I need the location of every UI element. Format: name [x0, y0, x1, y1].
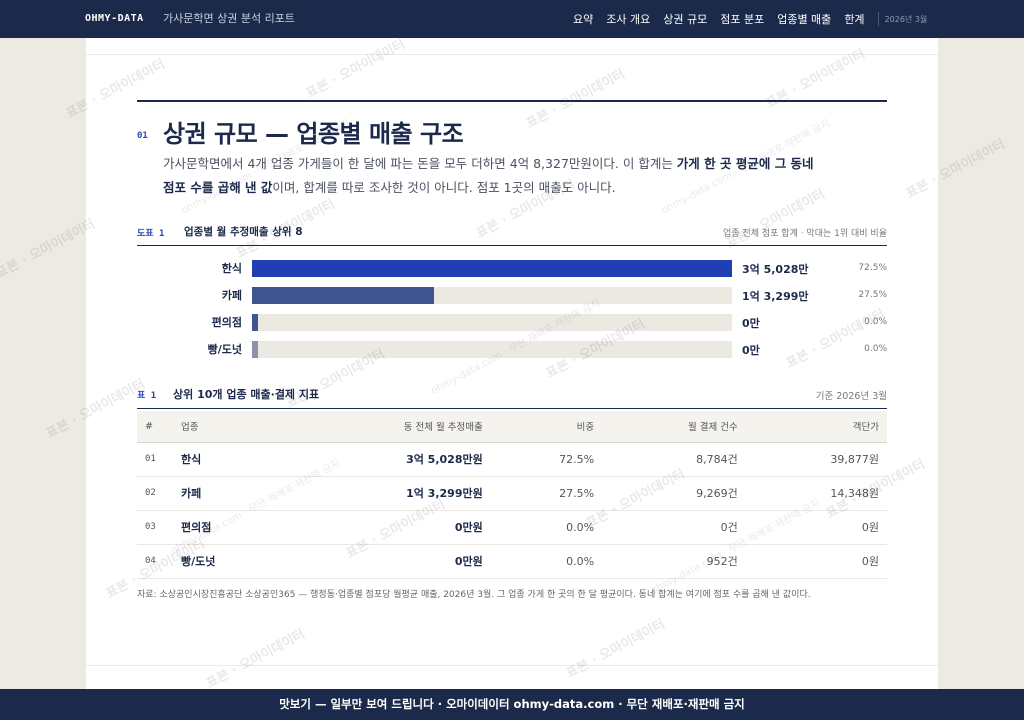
- figure-title: 업종별 월 추정매출 상위 8: [184, 226, 303, 238]
- cell-rank: 03: [137, 510, 173, 545]
- bar-label: 카페: [221, 289, 242, 302]
- bar-percent: 0.0%: [864, 317, 887, 327]
- bar-amount: 3억 5,028만: [742, 263, 809, 276]
- col-monthly-sales: 동 전체 월 추정매출: [283, 411, 491, 443]
- bar-amount: 0만: [742, 317, 760, 330]
- nav-link-market-size[interactable]: 상권 규모: [663, 11, 707, 27]
- lead-text-1: 가사문학면에서 4개 업종 가게들이 한 달에 파는 돈을 모두 더하면 4억 …: [163, 156, 677, 171]
- cell-avg-ticket: 0원: [745, 544, 887, 579]
- table-row: 01 한식 3억 5,028만원 72.5% 8,784건 39,877원: [137, 442, 887, 477]
- metrics-table: # 업종 동 전체 월 추정매출 비중 월 결제 건수 객단가 01 한식 3억…: [137, 411, 887, 579]
- bar-fill: [252, 341, 258, 358]
- nav-link-limitations[interactable]: 한계: [844, 11, 864, 27]
- bar-label: 편의점: [211, 316, 242, 329]
- col-avg-ticket: 객단가: [745, 411, 887, 443]
- figure-note: 업종 전체 점포 합계 · 막대는 1위 대비 비율: [723, 229, 887, 239]
- cell-avg-ticket: 14,348원: [745, 476, 887, 511]
- cell-transactions: 8,784건: [602, 442, 746, 477]
- table-row: 02 카페 1억 3,299만원 27.5% 9,269건 14,348원: [137, 476, 887, 511]
- preview-footer-bar: 맛보기 — 일부만 보여 드립니다 · 오마이데이터 ohmy-data.com…: [0, 689, 1024, 720]
- col-transactions: 월 결제 건수: [602, 411, 746, 443]
- bar-label: 빵/도넛: [207, 343, 242, 356]
- bar-track: [252, 341, 732, 358]
- bar-track: [252, 287, 732, 304]
- report-title: 가사문학면 상권 분석 리포트: [163, 12, 295, 25]
- bar-row: 한식 3억 5,028만 72.5%: [137, 258, 887, 278]
- cell-share: 0.0%: [490, 544, 603, 579]
- nav-menu: 요약 조사 개요 상권 규모 점포 분포 업종별 매출 한계 2026년 3월: [573, 0, 927, 38]
- bar-fill: [252, 314, 258, 331]
- report-date: 2026년 3월: [884, 14, 928, 24]
- nav-link-summary[interactable]: 요약: [573, 11, 593, 27]
- cell-monthly-sales: 0만원: [283, 544, 491, 579]
- top-nav-bar: OHMY-DATA 가사문학면 상권 분석 리포트 요약 조사 개요 상권 규모…: [0, 0, 1024, 38]
- cell-avg-ticket: 0원: [745, 510, 887, 545]
- nav-link-sales-by-industry[interactable]: 업종별 매출: [777, 11, 831, 27]
- bar-fill: [252, 287, 434, 304]
- table-head-row: # 업종 동 전체 월 추정매출 비중 월 결제 건수 객단가: [137, 411, 887, 443]
- bar-percent: 0.0%: [864, 344, 887, 354]
- nav-link-overview[interactable]: 조사 개요: [606, 11, 650, 27]
- watermark-text: 표본 · 오마이데이터: [0, 216, 98, 282]
- table-header: 표 1 상위 10개 업종 매출·결제 지표 기준 2026년 3월: [137, 384, 887, 409]
- section-lead: 가사문학면에서 4개 업종 가게들이 한 달에 파는 돈을 모두 더하면 4억 …: [163, 152, 823, 200]
- bar-track: [252, 314, 732, 331]
- cell-transactions: 9,269건: [602, 476, 746, 511]
- cell-monthly-sales: 1억 3,299만원: [283, 476, 491, 511]
- cell-rank: 02: [137, 476, 173, 511]
- table-row: 03 편의점 0만원 0.0% 0건 0원: [137, 510, 887, 545]
- cell-industry: 빵/도넛: [173, 544, 284, 579]
- table-title: 상위 10개 업종 매출·결제 지표: [173, 388, 320, 401]
- section-title: 상권 규모 — 업종별 매출 구조: [163, 120, 464, 148]
- cell-transactions: 0건: [602, 510, 746, 545]
- figure-header: 도표 1 업종별 월 추정매출 상위 8 업종 전체 점포 합계 · 막대는 1…: [137, 224, 887, 246]
- bar-percent: 72.5%: [858, 263, 887, 273]
- table-note: 기준 2026년 3월: [815, 391, 887, 402]
- bar-track: [252, 260, 732, 277]
- brand-logo[interactable]: OHMY-DATA: [85, 0, 144, 38]
- page-divider-bottom: [86, 665, 938, 666]
- cell-monthly-sales: 3억 5,028만원: [283, 442, 491, 477]
- cell-rank: 01: [137, 442, 173, 477]
- col-share: 비중: [490, 411, 603, 443]
- page-divider-top: [86, 54, 938, 55]
- cell-industry: 편의점: [173, 510, 284, 545]
- bar-percent: 27.5%: [858, 290, 887, 300]
- bar-row: 카페 1억 3,299만 27.5%: [137, 285, 887, 305]
- col-rank: #: [137, 411, 173, 443]
- figure-tag: 도표 1: [137, 229, 165, 239]
- table-tag: 표 1: [137, 391, 157, 401]
- cell-monthly-sales: 0만원: [283, 510, 491, 545]
- table-row: 04 빵/도넛 0만원 0.0% 952건 0원: [137, 544, 887, 579]
- section-rule: [137, 100, 887, 102]
- bar-row: 편의점 0만 0.0%: [137, 312, 887, 332]
- nav-link-store-distribution[interactable]: 점포 분포: [720, 11, 764, 27]
- bar-amount: 0만: [742, 344, 760, 357]
- cell-transactions: 952건: [602, 544, 746, 579]
- cell-share: 27.5%: [490, 476, 603, 511]
- report-page: 01 상권 규모 — 업종별 매출 구조 가사문학면에서 4개 업종 가게들이 …: [86, 38, 938, 689]
- cell-avg-ticket: 39,877원: [745, 442, 887, 477]
- cell-industry: 카페: [173, 476, 284, 511]
- bar-row: 빵/도넛 0만 0.0%: [137, 339, 887, 359]
- col-industry: 업종: [173, 411, 284, 443]
- cell-industry: 한식: [173, 442, 284, 477]
- cell-share: 72.5%: [490, 442, 603, 477]
- nav-divider: [877, 12, 879, 26]
- section-number: 01: [137, 131, 148, 141]
- lead-text-2: 이며, 합계를 따로 조사한 것이 아니다. 점포 1곳의 매출도 아니다.: [272, 180, 616, 195]
- cell-share: 0.0%: [490, 510, 603, 545]
- bar-label: 한식: [221, 262, 242, 275]
- source-note: 자료: 소상공인시장진흥공단 소상공인365 — 행정동·업종별 점포당 월평균…: [137, 590, 811, 600]
- bar-fill: [252, 260, 732, 277]
- cell-rank: 04: [137, 544, 173, 579]
- bar-amount: 1억 3,299만: [742, 290, 809, 303]
